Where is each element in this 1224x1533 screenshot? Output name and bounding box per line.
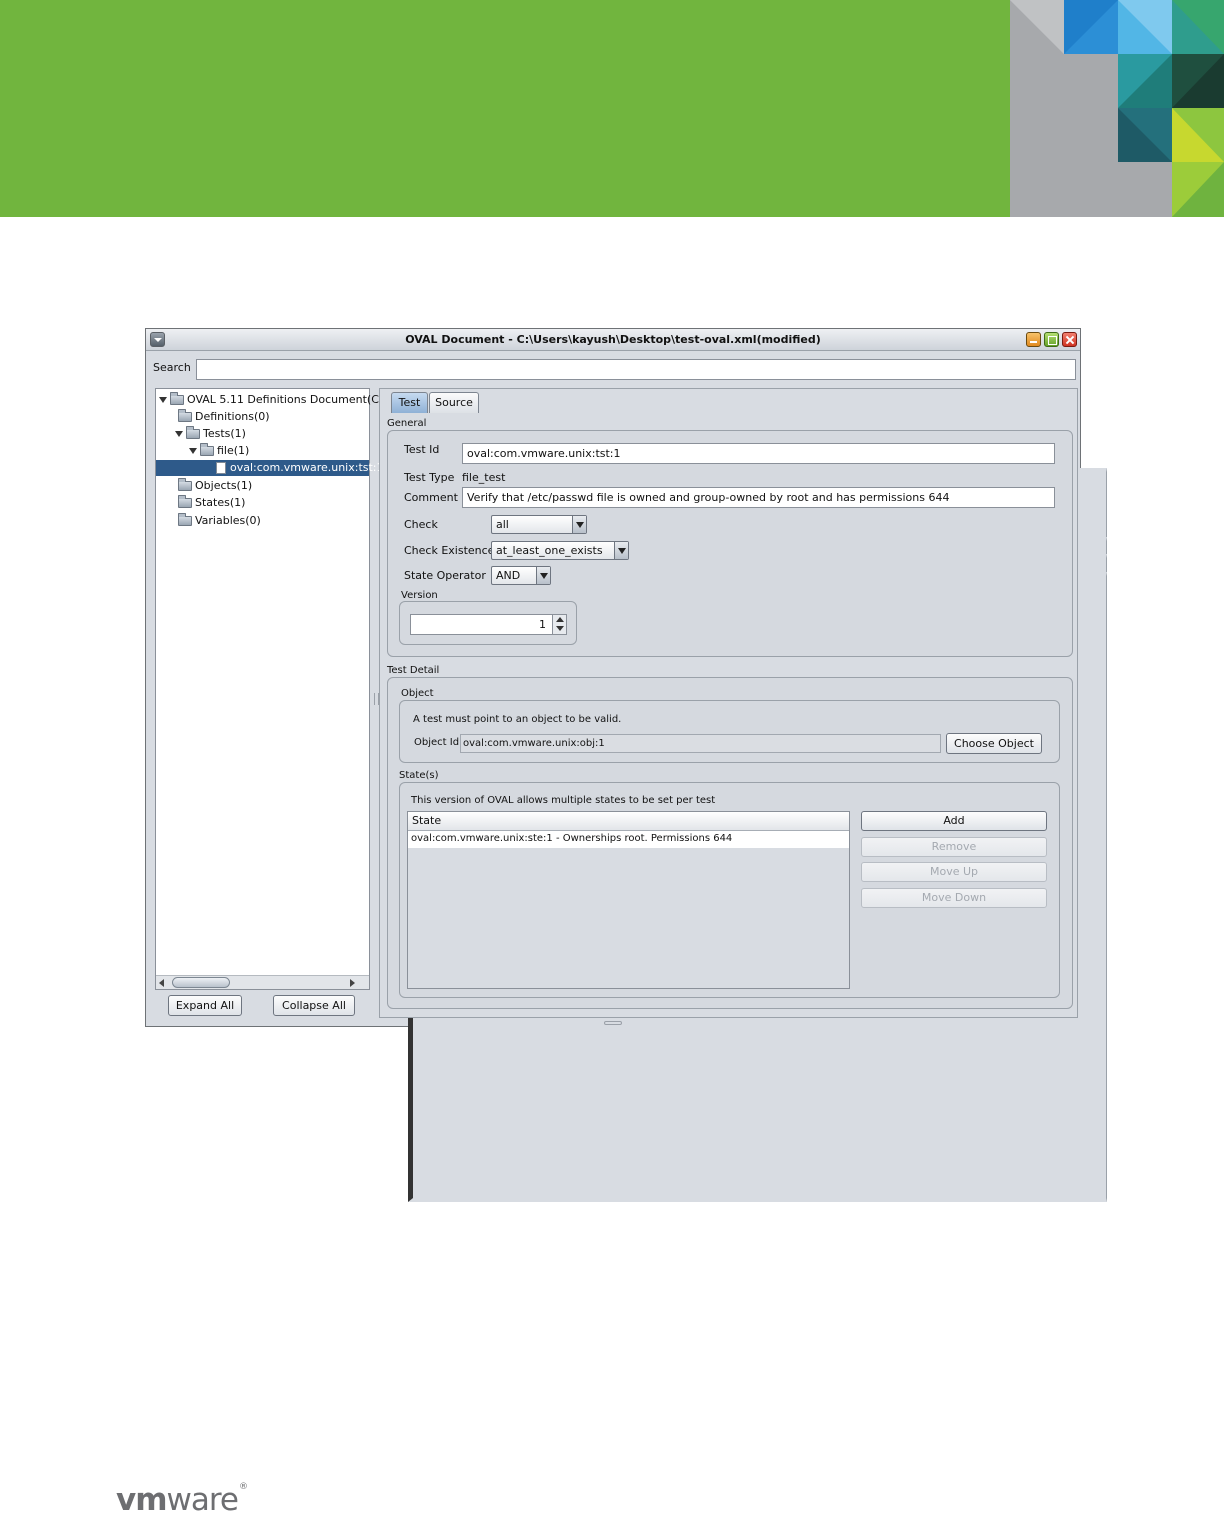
tab-source[interactable]: Source <box>429 392 479 413</box>
version-value: 1 <box>539 618 546 631</box>
folder-icon <box>178 409 192 422</box>
test-detail-section-label: Test Detail <box>387 665 440 676</box>
tree-node-label: oval:com.vmware.unix:tst:1 <box>230 461 384 474</box>
object-id-label: Object Id <box>414 737 460 748</box>
test-type-value: file_test <box>462 471 506 484</box>
test-editor-panel: Test Source General Test Id oval:com.vmw… <box>379 388 1078 1018</box>
chevron-down-icon[interactable] <box>614 542 628 559</box>
folder-icon <box>178 513 192 526</box>
tree-node-variables[interactable]: Variables(0) <box>175 513 1107 1202</box>
vmware-logo: vmware® <box>116 1482 248 1518</box>
test-id-field[interactable]: oval:com.vmware.unix:tst:1 <box>462 443 1055 464</box>
chevron-down-icon[interactable] <box>536 567 550 584</box>
spinner-up-icon[interactable] <box>556 617 564 622</box>
folder-icon <box>178 478 192 491</box>
tree-node-label: Definitions(0) <box>195 410 270 423</box>
state-operator-label: State Operator <box>404 569 486 582</box>
state-operator-select-value: AND <box>496 569 521 582</box>
collapse-all-button[interactable]: Collapse All <box>273 995 355 1016</box>
logo-registered-mark: ® <box>239 1482 249 1492</box>
tree-node-states[interactable]: States(1) <box>175 495 1107 1184</box>
check-existence-label: Check Existence <box>404 544 495 557</box>
maximize-button[interactable] <box>1044 332 1059 347</box>
check-select[interactable]: all <box>491 515 587 534</box>
expanded-caret-icon[interactable] <box>189 448 197 454</box>
expand-all-button[interactable]: Expand All <box>168 995 242 1016</box>
scroll-left-icon[interactable] <box>159 979 164 987</box>
search-input[interactable] <box>196 359 1076 380</box>
tree-node-file[interactable]: file(1) <box>189 443 249 459</box>
expanded-caret-icon[interactable] <box>159 397 167 403</box>
tree-node-tests[interactable]: Tests(1) <box>175 426 246 442</box>
folder-open-icon <box>186 426 200 439</box>
tree-node-label: Variables(0) <box>195 514 261 527</box>
test-id-label: Test Id <box>404 443 440 456</box>
move-up-button[interactable]: Move Up <box>861 862 1047 882</box>
states-table[interactable]: State oval:com.vmware.unix:ste:1 - Owner… <box>407 811 850 989</box>
spinner-down-icon[interactable] <box>556 626 564 631</box>
expanded-caret-icon[interactable] <box>175 431 183 437</box>
bottom-resize-grip[interactable] <box>604 1021 622 1025</box>
scrollbar-thumb[interactable] <box>172 977 230 988</box>
minimize-button[interactable] <box>1026 332 1041 347</box>
document-tree[interactable]: OVAL 5.11 Definitions Document(C:\ Defin… <box>155 388 1107 1202</box>
state-operator-select[interactable]: AND <box>491 566 551 585</box>
version-spinner-buttons[interactable] <box>552 615 566 634</box>
logo-vm-text: vm <box>116 1482 168 1518</box>
search-label: Search <box>153 361 191 374</box>
logo-ware-text: ware <box>166 1482 239 1518</box>
check-existence-select-value: at_least_one_exists <box>496 544 603 557</box>
tree-node-label: OVAL 5.11 Definitions Document(C:\ <box>187 393 387 406</box>
check-select-value: all <box>496 518 509 531</box>
add-state-button[interactable]: Add <box>861 811 1047 831</box>
general-section-label: General <box>387 418 427 429</box>
object-section-label: Object <box>401 688 434 699</box>
tree-node-label: Objects(1) <box>195 479 253 492</box>
folder-icon <box>178 495 192 508</box>
folder-open-icon <box>170 392 184 405</box>
version-spinner[interactable]: 1 <box>410 614 567 635</box>
tree-horizontal-scrollbar[interactable] <box>156 975 369 989</box>
check-existence-select[interactable]: at_least_one_exists <box>491 541 629 560</box>
object-note: A test must point to an object to be val… <box>413 714 622 725</box>
move-down-button[interactable]: Move Down <box>861 888 1047 908</box>
comment-field[interactable]: Verify that /etc/passwd file is owned an… <box>462 487 1055 508</box>
comment-label: Comment <box>404 491 458 504</box>
tree-node-label: Tests(1) <box>203 427 246 440</box>
oval-document-window: OVAL Document - C:\Users\kayush\Desktop\… <box>145 328 1107 1202</box>
tree-node-test-item[interactable]: oval:com.vmware.unix:tst:1 <box>156 460 384 476</box>
object-id-field[interactable]: oval:com.vmware.unix:obj:1 <box>460 734 941 753</box>
chevron-down-icon[interactable] <box>572 516 586 533</box>
close-button[interactable] <box>1062 332 1077 347</box>
tree-node-root[interactable]: OVAL 5.11 Definitions Document(C:\ <box>159 392 386 408</box>
tree-node-label: file(1) <box>217 444 250 457</box>
scroll-right-icon[interactable] <box>350 979 355 987</box>
tree-node-definitions[interactable]: Definitions(0) <box>175 409 1107 1098</box>
states-table-header[interactable]: State <box>408 812 849 831</box>
window-titlebar[interactable]: OVAL Document - C:\Users\kayush\Desktop\… <box>146 329 1080 351</box>
states-note: This version of OVAL allows multiple sta… <box>411 795 716 806</box>
states-section-label: State(s) <box>399 770 439 781</box>
tree-node-label: States(1) <box>195 496 246 509</box>
remove-state-button[interactable]: Remove <box>861 837 1047 857</box>
banner-green-field <box>0 0 1010 217</box>
folder-open-icon <box>200 443 214 456</box>
document-icon <box>216 462 226 474</box>
table-row[interactable]: oval:com.vmware.unix:ste:1 - Ownerships … <box>408 831 849 848</box>
tab-test[interactable]: Test <box>391 392 428 413</box>
check-label: Check <box>404 518 438 531</box>
window-title: OVAL Document - C:\Users\kayush\Desktop\… <box>405 333 821 346</box>
tree-node-objects[interactable]: Objects(1) <box>175 478 1107 1167</box>
version-label: Version <box>401 590 438 601</box>
choose-object-button[interactable]: Choose Object <box>946 733 1042 754</box>
banner-triangle-pattern <box>1010 0 1224 217</box>
test-type-label: Test Type <box>404 471 455 484</box>
header-banner <box>0 0 1224 217</box>
